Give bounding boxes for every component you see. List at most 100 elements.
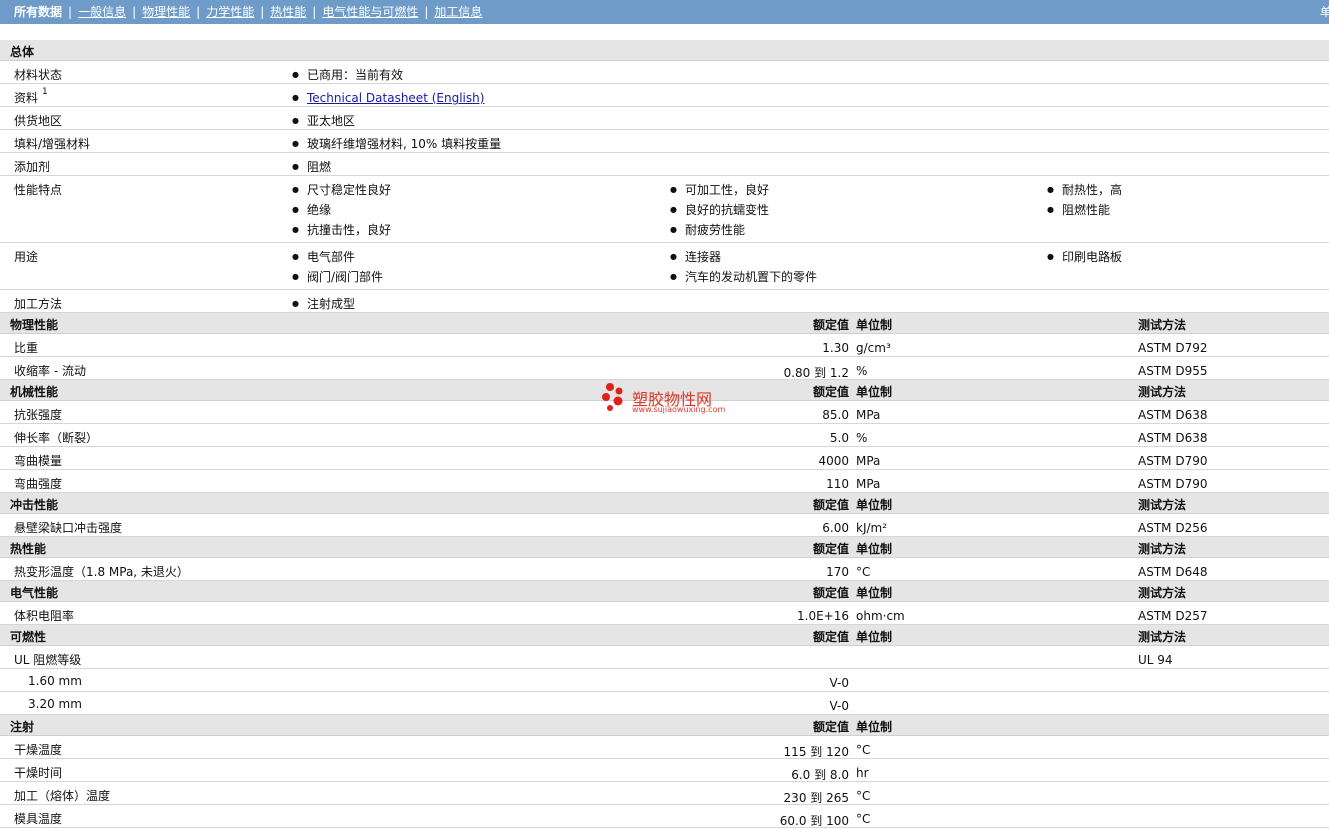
bullet-icon: ● <box>292 162 299 171</box>
nav-link-thermal[interactable]: 热性能 <box>270 5 306 19</box>
section-nav-bar: 所有数据 | 一般信息 | 物理性能 | 力学性能 | 热性能 | 电气性能与可燃性 | 加工信息 单 <box>0 0 1329 24</box>
nav-link-physical[interactable]: 物理性能 <box>142 5 190 19</box>
property-test-method: ASTM D955 <box>1138 364 1208 378</box>
bullet-item: ● 阻燃性能 <box>1047 200 1122 220</box>
bullet-icon: ● <box>292 185 299 194</box>
property-label: 收缩率 - 流动 <box>14 364 86 378</box>
property-section-header: 电气性能 额定值 单位制 测试方法 <box>0 581 1329 602</box>
property-value: 1.30 <box>822 341 849 355</box>
property-row: 伸长率（断裂） 5.0% ASTM D638 <box>0 424 1329 447</box>
column-header-value: 额定值 <box>812 318 849 332</box>
bullet-item: ● 阀门/阀门部件 <box>292 267 383 287</box>
bullet-icon: ● <box>292 139 299 148</box>
bullet-item: ● 注射成型 <box>292 294 355 314</box>
property-unit: kJ/m² <box>856 521 888 535</box>
bullet-item: ● 可加工性，良好 <box>670 180 769 200</box>
property-unit: MPa <box>856 477 881 491</box>
general-row-label: 供货地区 <box>14 114 63 128</box>
property-label: 伸长率（断裂） <box>14 431 99 445</box>
property-row: 体积电阻率 1.0E+16 ohm·cm ASTM D257 <box>0 602 1329 625</box>
bullet-item: ● 良好的抗蠕变性 <box>670 200 769 220</box>
column-header-test: 测试方法 <box>1138 542 1187 556</box>
column-header-unit: 单位制 <box>856 385 893 399</box>
property-test-method: ASTM D790 <box>1138 477 1208 491</box>
property-label: 悬壁梁缺口冲击强度 <box>14 521 123 535</box>
column-header-value: 额定值 <box>812 720 849 734</box>
bullet-icon: ● <box>670 185 677 194</box>
column-header-unit: 单位制 <box>856 498 893 512</box>
property-test-method: ASTM D256 <box>1138 521 1208 535</box>
property-unit: °C <box>856 743 871 757</box>
bullet-icon: ● <box>1047 185 1054 194</box>
general-row-label: 资料 <box>14 91 39 105</box>
bullet-icon: ● <box>292 272 299 281</box>
property-section-header: 可燃性 额定值 单位制 测试方法 <box>0 625 1329 646</box>
bullet-item: ● 耐疲劳性能 <box>670 220 769 240</box>
property-label: UL 阻燃等级 <box>14 653 82 667</box>
nav-link-processing[interactable]: 加工信息 <box>434 5 482 19</box>
property-label: 弯曲强度 <box>14 477 63 491</box>
general-row-label: 添加剂 <box>14 160 51 174</box>
bullet-icon: ● <box>292 93 299 102</box>
bullet-column: ● 尺寸稳定性良好 ● 绝缘 ● 抗撞击性，良好 <box>292 180 391 240</box>
property-row: 干燥时间 6.0 到 8.0 hr <box>0 759 1329 782</box>
property-label: 3.20 mm <box>28 697 82 711</box>
watermark-logo-icon <box>602 383 623 411</box>
bullet-icon: ● <box>1047 205 1054 214</box>
column-header-test: 测试方法 <box>1138 318 1187 332</box>
bullet-text: 亚太地区 <box>307 114 356 128</box>
nav-link-mechanical[interactable]: 力学性能 <box>206 5 254 19</box>
nav-link-electrical[interactable]: 电气性能与可燃性 <box>322 5 418 19</box>
property-label: 弯曲模量 <box>14 454 63 468</box>
section-title: 冲击性能 <box>10 498 59 512</box>
property-value: 230 到 265 <box>783 791 849 805</box>
bullet-column: ● 阻燃 <box>292 157 331 177</box>
property-test-method: ASTM D790 <box>1138 454 1208 468</box>
bullet-column: ● 注射成型 <box>292 294 355 314</box>
bullet-item: ● 耐热性，高 <box>1047 180 1122 200</box>
watermark: 塑胶物性网 www.sujiaowuxing.com <box>601 382 741 418</box>
property-unit: °C <box>856 565 871 579</box>
property-test-method: ASTM D792 <box>1138 341 1208 355</box>
nav-link-general[interactable]: 一般信息 <box>78 5 126 19</box>
bullet-text: 良好的抗蠕变性 <box>685 203 770 217</box>
property-row: 热变形温度（1.8 MPa, 未退火） 170 °C ASTM D648 <box>0 558 1329 581</box>
column-header-test: 测试方法 <box>1138 630 1187 644</box>
bullet-text: 尺寸稳定性良好 <box>307 183 392 197</box>
unit-system-label[interactable]: 单 <box>1320 5 1329 19</box>
bullet-item: ● 连接器 <box>670 247 817 267</box>
general-row: 资料 1 ● Technical Datasheet (English) <box>0 84 1329 107</box>
property-row: 3.20 mm V-0 <box>0 692 1329 715</box>
property-test-method: ASTM D638 <box>1138 431 1208 445</box>
property-unit: MPa <box>856 408 881 422</box>
property-section-header: 物理性能 额定值 单位制 测试方法 <box>0 313 1329 334</box>
datasheet-table: 总体 材料状态 ● 已商用：当前有效 资料 1 ● Technical Datasheet (… <box>0 40 1329 828</box>
column-header-test: 测试方法 <box>1138 586 1187 600</box>
property-row: 模具温度 60.0 到 100 °C <box>0 805 1329 828</box>
bullet-item: ● Technical Datasheet (English) <box>292 88 484 108</box>
property-row: 弯曲强度 110 MPa ASTM D790 <box>0 470 1329 493</box>
property-unit: ohm·cm <box>856 609 905 623</box>
property-value: 60.0 到 100 <box>779 814 849 828</box>
nav-all-data[interactable]: 所有数据 <box>14 5 62 19</box>
bullet-icon: ● <box>670 205 677 214</box>
bullet-icon: ● <box>292 70 299 79</box>
property-value: 4000 <box>818 454 849 468</box>
property-value: 85.0 <box>822 408 849 422</box>
bullet-icon: ● <box>670 252 677 261</box>
property-label: 比重 <box>14 341 39 355</box>
bullet-text: 电气部件 <box>307 250 356 264</box>
section-title: 注射 <box>10 720 35 734</box>
general-row: 用途 ● 电气部件 ● 阀门/阀门部件 ● 连接器 ● 汽车的发动机置下的零件 ● 印刷电路板 <box>0 243 1329 290</box>
property-test-method: ASTM D638 <box>1138 408 1208 422</box>
general-row: 材料状态 ● 已商用：当前有效 <box>0 61 1329 84</box>
section-title: 热性能 <box>10 542 47 556</box>
bullet-item: ● 电气部件 <box>292 247 383 267</box>
bullet-column: ● 可加工性，良好 ● 良好的抗蠕变性 ● 耐疲劳性能 <box>670 180 769 240</box>
bullet-icon: ● <box>670 225 677 234</box>
property-value: 115 到 120 <box>783 745 849 759</box>
datasheet-link[interactable]: Technical Datasheet (English) <box>307 91 484 105</box>
bullet-text: 绝缘 <box>307 203 332 217</box>
column-header-unit: 单位制 <box>856 586 893 600</box>
property-label: 模具温度 <box>14 812 63 826</box>
